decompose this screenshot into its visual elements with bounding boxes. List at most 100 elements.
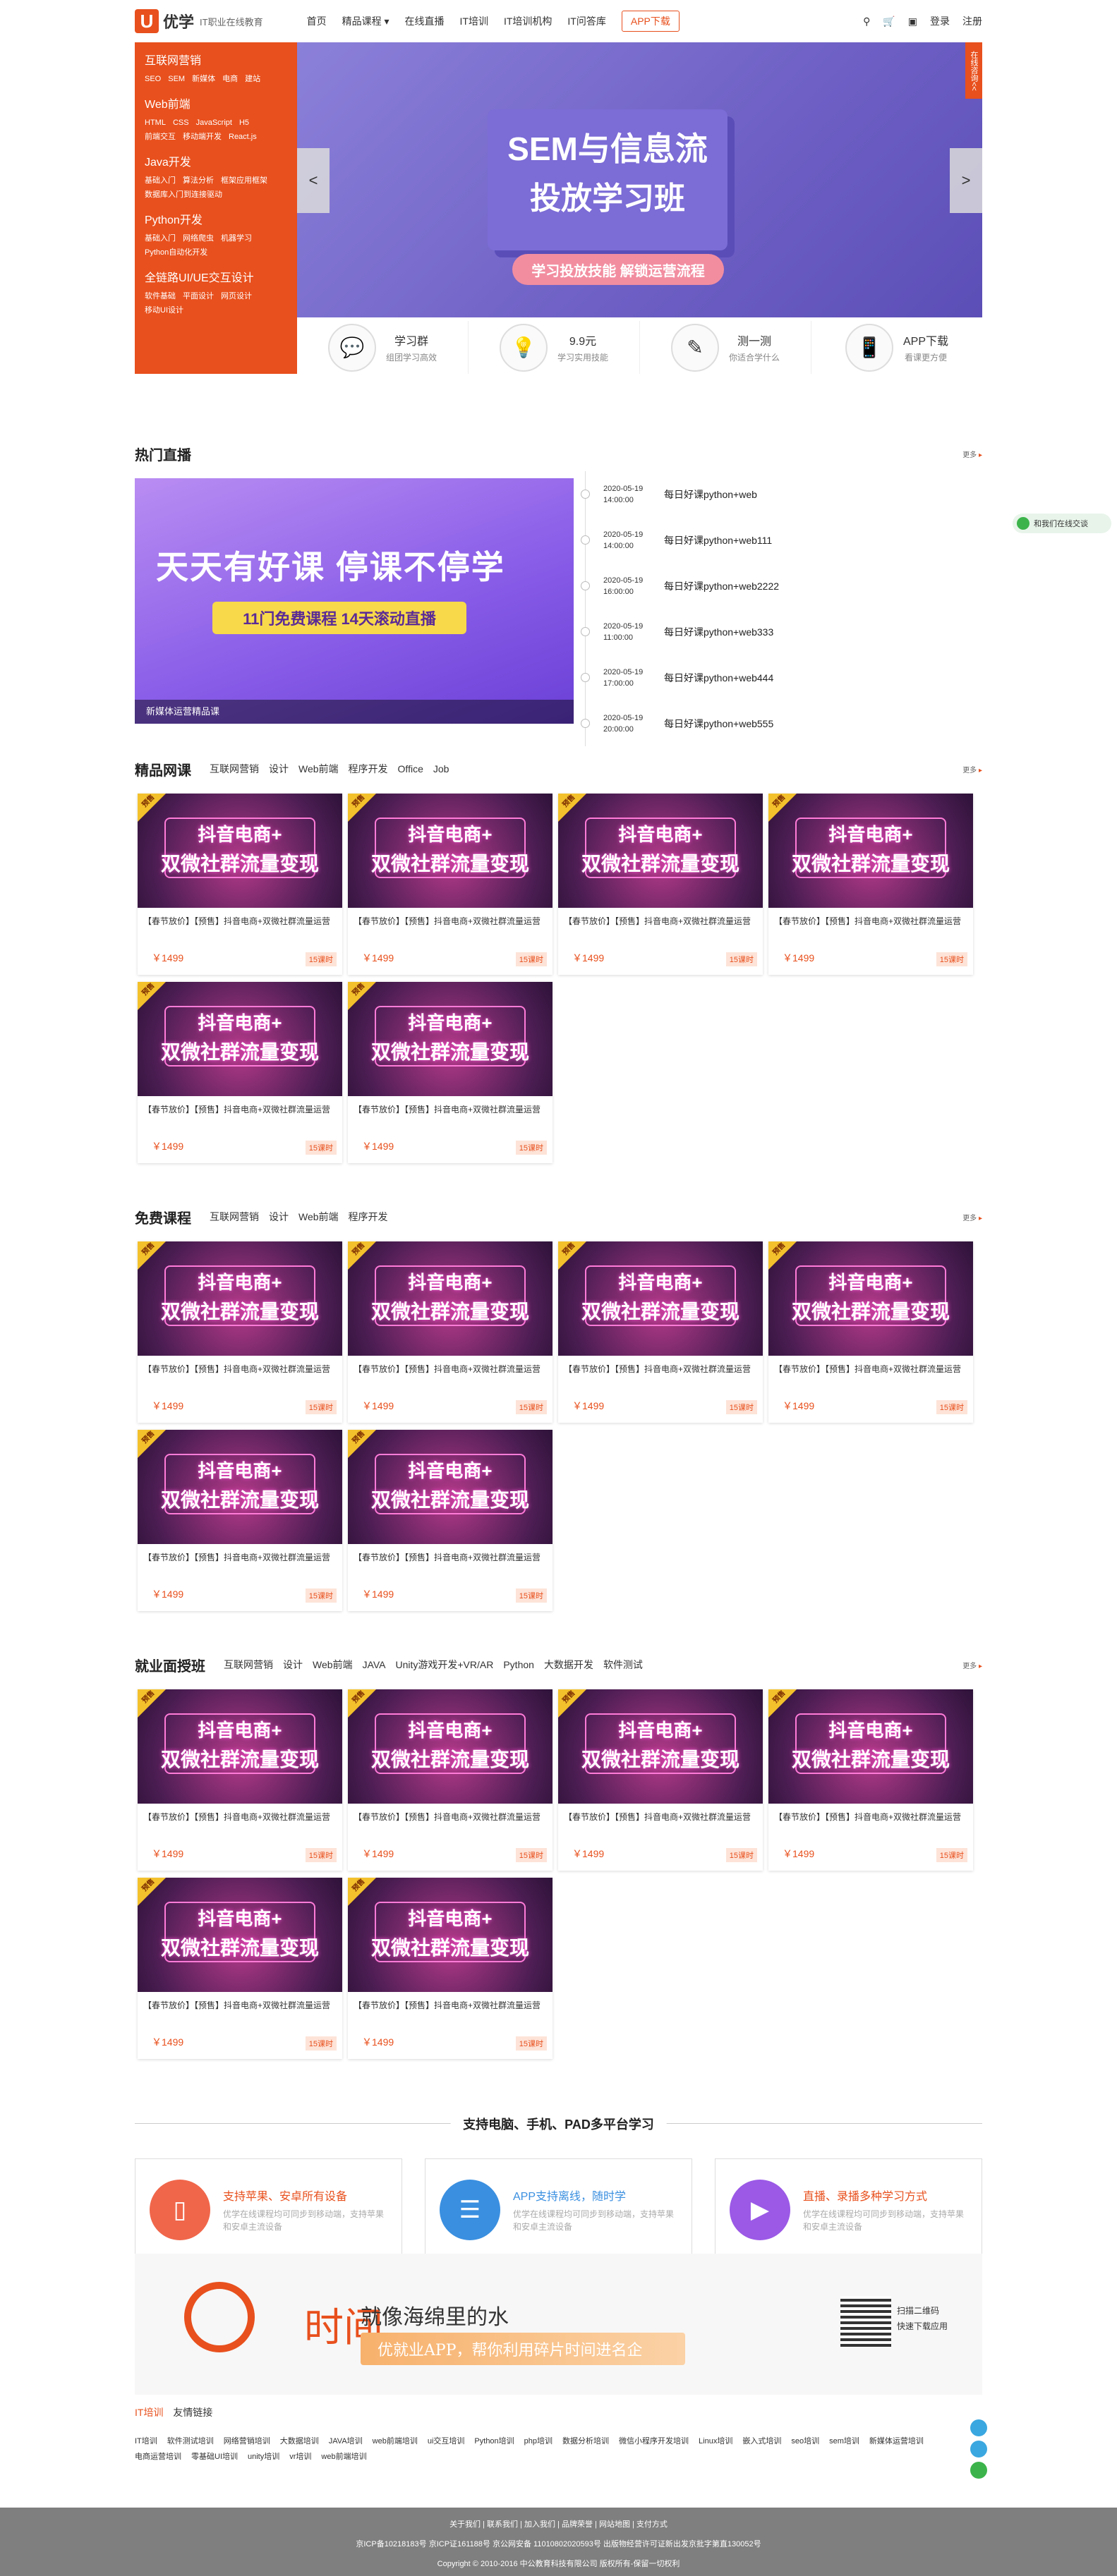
schedule-item[interactable]: 2020-05-19 17:00:00 每日好课python+web444 [579,655,982,700]
course-title[interactable]: 【春节放价】【预售】抖音电商+双微社群流量运营 [774,1363,967,1375]
course-thumbnail[interactable]: 预售 抖音电商+ 双微社群流量变现 [348,982,553,1096]
course-title[interactable]: 【春节放价】【预售】抖音电商+双微社群流量运营 [354,1363,547,1375]
category-link[interactable]: HTML [145,119,166,127]
category-link[interactable]: 建站 [245,75,260,83]
course-card[interactable]: 预售 抖音电商+ 双微社群流量变现 【春节放价】【预售】抖音电商+双微社群流量运营 ￥1… [138,1430,342,1611]
nav-home[interactable]: 首页 [307,14,327,28]
course-title[interactable]: 【春节放价】【预售】抖音电商+双微社群流量运营 [564,915,757,928]
course-thumbnail[interactable]: 预售 抖音电商+ 双微社群流量变现 [138,1241,342,1356]
course-card[interactable]: 预售 抖音电商+ 双微社群流量变现 【春节放价】【预售】抖音电商+双微社群流量运营 ￥1… [138,1241,342,1423]
category-link[interactable]: H5 [239,119,249,127]
course-title[interactable]: 【春节放价】【预售】抖音电商+双微社群流量运营 [354,1811,547,1823]
course-title[interactable]: 【春节放价】【预售】抖音电商+双微社群流量运营 [354,1551,547,1564]
course-title[interactable]: 【春节放价】【预售】抖音电商+双微社群流量运营 [354,1999,547,2012]
friend-link[interactable]: IT培训 [135,2437,157,2446]
course-title[interactable]: 【春节放价】【预售】抖音电商+双微社群流量运营 [354,1103,547,1116]
more-link[interactable]: 更多 [962,764,982,774]
course-thumbnail[interactable]: 预售 抖音电商+ 双微社群流量变现 [558,794,763,908]
friend-link[interactable]: 网络营销培训 [224,2437,270,2446]
schedule-title[interactable]: 每日好课python+web444 [664,671,773,685]
course-thumbnail[interactable]: 预售 抖音电商+ 双微社群流量变现 [138,1430,342,1544]
category-link[interactable]: 算法分析 [183,176,214,185]
section-tab[interactable]: 设计 [269,763,289,774]
links-tab-it-training[interactable]: IT培训 [135,2407,163,2418]
login-link[interactable]: 登录 [930,14,950,28]
category-marketing[interactable]: 互联网营销 SEO SEM 新媒体 电商 建站 [145,51,287,86]
course-title[interactable]: 【春节放价】【预售】抖音电商+双微社群流量运营 [143,1999,337,2012]
category-title[interactable]: Web前端 [145,95,287,111]
category-link[interactable]: SEO [145,75,161,83]
feature-study-group[interactable]: 💬 学习群 组团学习高效 [297,321,469,374]
course-title[interactable]: 【春节放价】【预售】抖音电商+双微社群流量运营 [564,1363,757,1375]
course-card[interactable]: 预售 抖音电商+ 双微社群流量变现 【春节放价】【预售】抖音电商+双微社群流量运营 ￥1… [138,1689,342,1871]
platform-card[interactable]: ▶ 直播、录播多种学习方式 优学在线课程均可同步到移动端，支持苹果和安卓主流设备 [715,2158,982,2261]
more-link[interactable]: 更多 [962,1660,982,1670]
search-icon[interactable]: ⚲ [863,16,870,28]
course-thumbnail[interactable]: 预售 抖音电商+ 双微社群流量变现 [768,1241,973,1356]
course-card[interactable]: 预售 抖音电商+ 双微社群流量变现 【春节放价】【预售】抖音电商+双微社群流量运营 ￥1… [768,1689,973,1871]
course-thumbnail[interactable]: 预售 抖音电商+ 双微社群流量变现 [348,1241,553,1356]
course-thumbnail[interactable]: 预售 抖音电商+ 双微社群流量变现 [138,1878,342,1992]
course-card[interactable]: 预售 抖音电商+ 双微社群流量变现 【春节放价】【预售】抖音电商+双微社群流量运营 ￥1… [558,1689,763,1871]
carousel-next-button[interactable]: > [950,148,982,213]
app-promo-banner[interactable]: 时间 就像海绵里的水 优就业APP，帮你利用碎片时间进名企 扫描二维码 快速下载… [135,2254,982,2395]
category-link[interactable]: 新媒体 [192,75,215,83]
nav-it-training[interactable]: IT培训 [460,14,488,28]
course-thumbnail[interactable]: 预售 抖音电商+ 双微社群流量变现 [348,1430,553,1544]
friend-link[interactable]: web前端培训 [373,2437,418,2446]
schedule-title[interactable]: 每日好课python+web555 [664,717,773,731]
online-consult-tab[interactable]: 在线咨询<< [965,42,982,99]
friend-link[interactable]: 新媒体运营培训 [869,2437,924,2446]
register-link[interactable]: 注册 [962,14,982,28]
nav-training-orgs[interactable]: IT培训机构 [504,14,552,28]
friend-link[interactable]: seo培训 [791,2437,819,2446]
schedule-title[interactable]: 每日好课python+web [664,487,757,502]
friend-link[interactable]: php培训 [524,2437,553,2446]
course-title[interactable]: 【春节放价】【预售】抖音电商+双微社群流量运营 [143,1551,337,1564]
friend-link[interactable]: ui交互培训 [428,2437,465,2446]
category-link[interactable]: CSS [173,119,189,127]
carousel-prev-button[interactable]: < [297,148,330,213]
platform-card[interactable]: ☰ APP支持离线，随时学 优学在线课程均可同步到移动端，支持苹果和安卓主流设备 [425,2158,692,2261]
section-tab[interactable]: Web前端 [298,763,339,774]
section-tab[interactable]: 互联网营销 [224,1659,273,1670]
schedule-title[interactable]: 每日好课python+web333 [664,625,773,639]
online-chat-button[interactable]: 和我们在线交谈 [1013,514,1111,533]
course-card[interactable]: 预售 抖音电商+ 双微社群流量变现 【春节放价】【预售】抖音电商+双微社群流量运营 ￥1… [768,1241,973,1423]
section-tab[interactable]: 设计 [283,1659,303,1670]
section-tab[interactable]: 程序开发 [349,763,388,774]
friend-link[interactable]: JAVA培训 [329,2437,363,2446]
category-link[interactable]: 网络爬虫 [183,234,214,243]
friend-link[interactable]: 大数据培训 [280,2437,319,2446]
friend-link[interactable]: sem培训 [829,2437,859,2446]
section-tab[interactable]: JAVA [363,1659,386,1670]
friend-link[interactable]: 嵌入式培训 [742,2437,781,2446]
category-link[interactable]: 基础入门 [145,234,176,243]
course-card[interactable]: 预售 抖音电商+ 双微社群流量变现 【春节放价】【预售】抖音电商+双微社群流量运营 ￥1… [348,1689,553,1871]
course-thumbnail[interactable]: 预售 抖音电商+ 双微社群流量变现 [558,1689,763,1804]
weibo-icon[interactable] [970,2441,987,2457]
platform-card[interactable]: ▯ 支持苹果、安卓所有设备 优学在线课程均可同步到移动端，支持苹果和安卓主流设备 [135,2158,402,2261]
course-thumbnail[interactable]: 预售 抖音电商+ 双微社群流量变现 [558,1241,763,1356]
category-ui[interactable]: 全链路UI/UE交互设计 软件基础 平面设计 网页设计 移动UI设计 [145,268,287,317]
feature-cheap-course[interactable]: 💡 9.9元 学习实用技能 [469,321,640,374]
schedule-item[interactable]: 2020-05-19 11:00:00 每日好课python+web333 [579,609,982,655]
course-title[interactable]: 【春节放价】【预售】抖音电商+双微社群流量运营 [143,1363,337,1375]
course-card[interactable]: 预售 抖音电商+ 双微社群流量变现 【春节放价】【预售】抖音电商+双微社群流量运营 ￥1… [138,1878,342,2059]
schedule-title[interactable]: 每日好课python+web2222 [664,579,779,593]
course-thumbnail[interactable]: 预售 抖音电商+ 双微社群流量变现 [348,794,553,908]
friend-link[interactable]: web前端培训 [321,2453,366,2461]
course-title[interactable]: 【春节放价】【预售】抖音电商+双微社群流量运营 [774,915,967,928]
friend-link[interactable]: vr培训 [289,2453,311,2461]
schedule-title[interactable]: 每日好课python+web111 [664,533,772,547]
nav-live[interactable]: 在线直播 [405,14,445,28]
course-card[interactable]: 预售 抖音电商+ 双微社群流量变现 【春节放价】【预售】抖音电商+双微社群流量运营 ￥1… [558,1241,763,1423]
course-title[interactable]: 【春节放价】【预售】抖音电商+双微社群流量运营 [774,1811,967,1823]
more-link[interactable]: 更多 [962,1212,982,1222]
section-tab[interactable]: 大数据开发 [544,1659,593,1670]
section-tab[interactable]: Python [503,1659,534,1670]
schedule-item[interactable]: 2020-05-19 20:00:00 每日好课python+web555 [579,700,982,746]
course-card[interactable]: 预售 抖音电商+ 双微社群流量变现 【春节放价】【预售】抖音电商+双微社群流量运营 ￥1… [348,1430,553,1611]
category-link[interactable]: 基础入门 [145,176,176,185]
section-tab[interactable]: 互联网营销 [210,763,259,774]
